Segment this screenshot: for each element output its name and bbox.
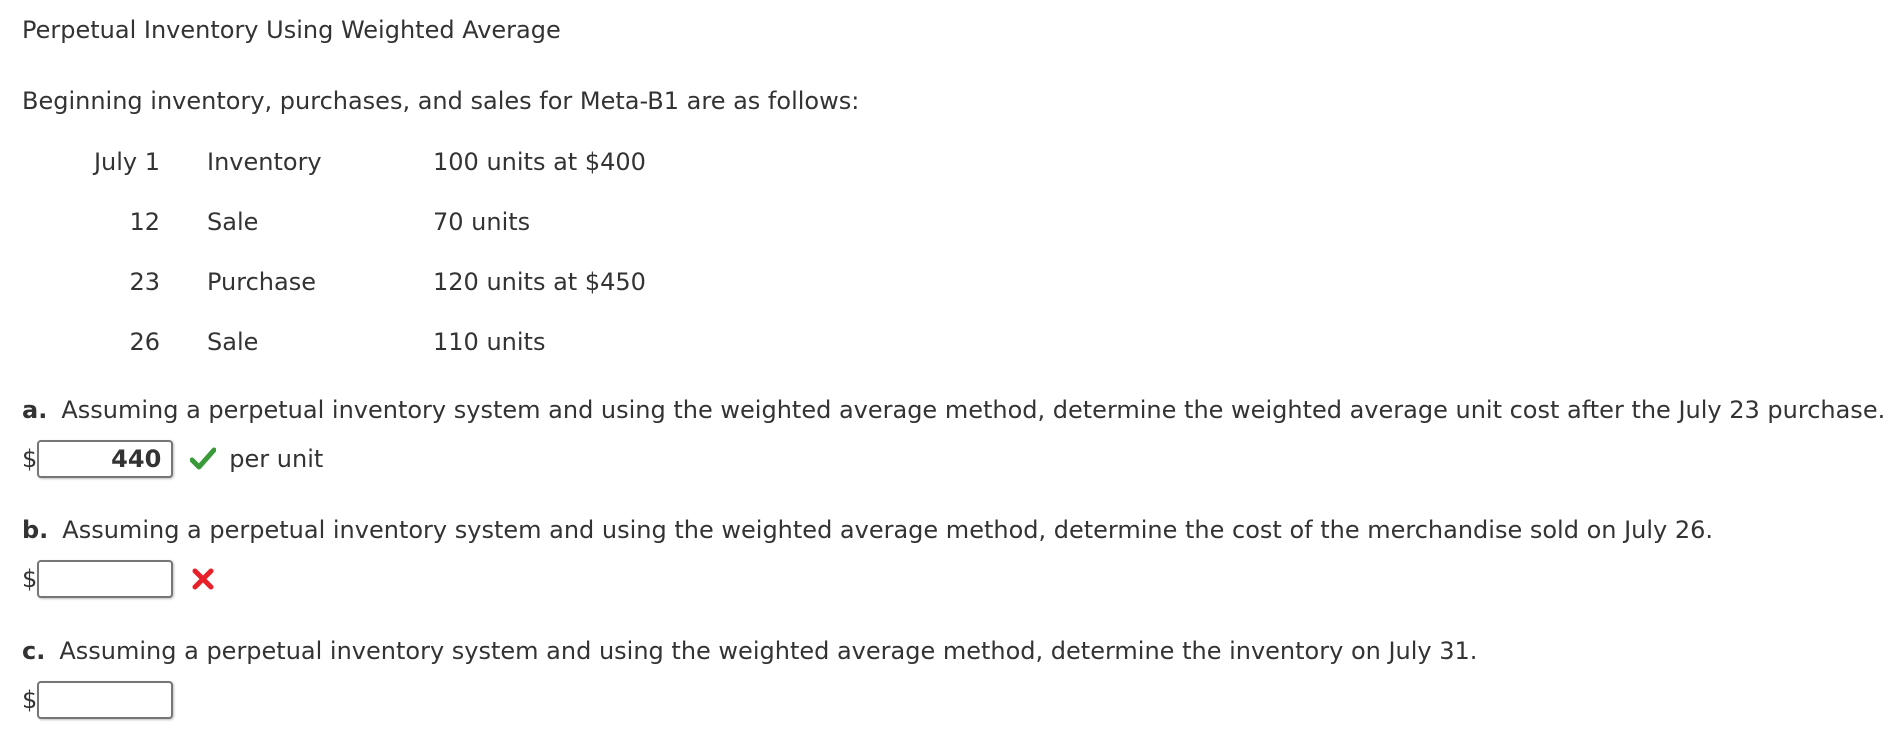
currency-symbol: $ — [22, 565, 38, 593]
currency-symbol: $ — [22, 686, 38, 714]
row-detail: 110 units — [433, 328, 546, 356]
checkmark-icon — [189, 445, 217, 473]
answer-row-a: $ per unit — [22, 437, 323, 481]
question-letter: c. — [22, 637, 46, 665]
row-date: July 1 — [93, 148, 160, 176]
answer-input-c[interactable] — [37, 681, 174, 719]
row-type: Sale — [207, 328, 259, 356]
answer-row-c: $ — [22, 678, 174, 722]
unit-label: per unit — [229, 445, 324, 473]
row-detail: 120 units at $450 — [433, 268, 646, 296]
answer-row-b: $ — [22, 557, 217, 601]
inventory-table: July 1 Inventory 100 units at $400 12 Sa… — [0, 148, 900, 388]
question-text: Assuming a perpetual inventory system an… — [59, 637, 1478, 665]
table-row: 23 Purchase 120 units at $450 — [0, 268, 900, 328]
question-text: Assuming a perpetual inventory system an… — [62, 516, 1714, 544]
table-row: July 1 Inventory 100 units at $400 — [0, 148, 900, 208]
question-text: Assuming a perpetual inventory system an… — [61, 396, 1886, 424]
answer-input-b[interactable] — [37, 560, 174, 598]
question-a: a. Assuming a perpetual inventory system … — [22, 396, 1885, 424]
question-letter: a. — [22, 396, 48, 424]
row-date: 12 — [129, 208, 160, 236]
question-c: c. Assuming a perpetual inventory system … — [22, 637, 1477, 665]
row-detail: 70 units — [433, 208, 531, 236]
page-title: Perpetual Inventory Using Weighted Avera… — [22, 16, 561, 44]
row-type: Purchase — [207, 268, 316, 296]
answer-input-a[interactable] — [37, 440, 174, 478]
row-date: 26 — [129, 328, 160, 356]
row-type: Inventory — [207, 148, 322, 176]
row-date: 23 — [129, 268, 160, 296]
question-b: b. Assuming a perpetual inventory system … — [22, 516, 1713, 544]
row-type: Sale — [207, 208, 259, 236]
table-row: 12 Sale 70 units — [0, 208, 900, 268]
x-mark-icon — [189, 565, 217, 593]
question-letter: b. — [22, 516, 49, 544]
table-row: 26 Sale 110 units — [0, 328, 900, 388]
row-detail: 100 units at $400 — [433, 148, 646, 176]
currency-symbol: $ — [22, 445, 38, 473]
intro-text: Beginning inventory, purchases, and sale… — [22, 87, 860, 115]
